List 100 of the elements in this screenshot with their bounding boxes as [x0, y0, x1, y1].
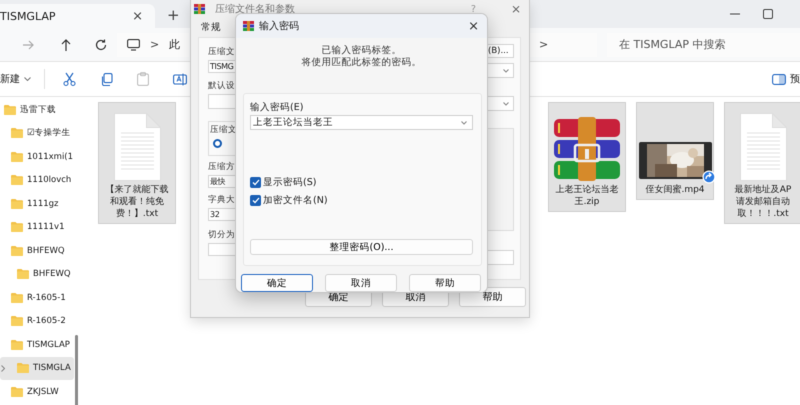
file-item[interactable]: 侄女闺蜜.mp4	[636, 102, 714, 200]
file-name: 【来了就能下载 和观看！纯免 费！】.txt	[106, 184, 168, 220]
folder-name: BHFEWQ	[33, 269, 71, 280]
copy-icon[interactable]	[100, 72, 113, 86]
folder-icon	[11, 316, 23, 326]
folder-icon	[11, 198, 23, 209]
text-file-icon	[740, 113, 786, 181]
archive-books-icon	[552, 117, 622, 181]
folder-icon	[4, 104, 16, 115]
scrollbar-thumb[interactable]	[75, 335, 78, 405]
folder-name: 1011xmi(1	[27, 152, 74, 162]
field-label: 字典大	[208, 195, 235, 206]
folder-icon	[11, 128, 23, 138]
folder-tree-item[interactable]: R-1605-2	[0, 310, 74, 333]
folder-name: R-1605-1	[27, 292, 66, 303]
folder-icon	[17, 269, 29, 280]
window-tab[interactable]: TISMGLAP ×	[0, 4, 155, 28]
folder-icon	[11, 340, 23, 350]
file-item[interactable]: 上老王论坛当老 王.zip	[548, 102, 626, 212]
file-item[interactable]: 最新地址及AP 请发邮箱自动 取！！！.txt	[724, 102, 800, 224]
caret-icon	[503, 102, 509, 106]
message-text: 将使用匹配此标签的密码。	[302, 57, 422, 69]
close-button[interactable]: ×	[510, 2, 521, 16]
folder-tree-item[interactable]: 1011xmi(1	[0, 145, 74, 168]
rename-icon[interactable]	[173, 72, 187, 86]
folder-tree-item[interactable]: BHFEWQ	[0, 239, 74, 262]
dialog-button[interactable]: 帮助	[409, 274, 481, 292]
method-dropdown[interactable]: 最快	[208, 175, 236, 188]
breadcrumb-item[interactable]: 此	[169, 37, 180, 52]
organize-passwords-button[interactable]: 整理密码(O)...	[250, 239, 473, 255]
minimize-icon[interactable]	[730, 13, 740, 15]
dialog-button[interactable]: 确定	[241, 274, 313, 292]
folder-name: 1110lovch	[27, 175, 72, 186]
maximize-icon[interactable]	[763, 9, 773, 19]
dialog-title: 输入密码	[259, 20, 299, 33]
monitor-icon	[127, 38, 140, 50]
breadcrumb-separator: >	[150, 38, 160, 51]
folder-tree-item[interactable]: 1110lovch	[0, 168, 74, 192]
field-label: 输入密码(E)	[250, 102, 304, 113]
folder-icon	[17, 363, 29, 374]
cut-icon[interactable]	[63, 72, 76, 86]
split-field[interactable]	[208, 243, 236, 256]
folder-tree-item[interactable]: TISMGLAP	[0, 333, 74, 356]
close-button[interactable]: ×	[468, 18, 479, 34]
file-item[interactable]: 【来了就能下载 和观看！纯免 费！】.txt	[98, 102, 176, 224]
folder-tree-item[interactable]: BHFEWQ	[0, 262, 74, 286]
field-label: 默认设	[208, 81, 235, 92]
checkbox-label: 加密文件名(N)	[263, 194, 328, 207]
dialog-tab[interactable]: 常规	[201, 21, 221, 34]
folder-name: ☑专操学生	[27, 127, 71, 140]
folder-name: ZKJSLW	[27, 386, 59, 397]
folder-name: 迅雷下载	[20, 104, 56, 116]
dialog-title: 压缩文件名和参数	[215, 2, 295, 16]
archive-books-icon	[243, 21, 254, 31]
up-arrow-icon[interactable]	[61, 38, 71, 50]
folder-tree-item[interactable]: R-1605-1	[0, 286, 74, 310]
folder-tree-item[interactable]: 迅雷下载	[0, 98, 74, 122]
close-tab-button[interactable]: ×	[132, 8, 143, 24]
folder-name: TISMGLAP	[27, 340, 70, 350]
preview-pane-icon[interactable]	[772, 74, 786, 84]
password-combobox[interactable]: 上老王论坛当老王	[250, 115, 473, 130]
shortcut-arrow-icon	[702, 170, 716, 184]
folder-name: R-1605-2	[27, 316, 66, 326]
new-button[interactable]: 新建	[0, 72, 20, 86]
folder-tree-item[interactable]: 11111v1	[0, 216, 74, 239]
checkbox-label: 显示密码(S)	[263, 176, 316, 189]
text-file-icon	[114, 113, 160, 181]
folder-icon	[11, 292, 23, 303]
folder-name: TISMGLA	[33, 363, 71, 374]
folder-tree-item[interactable]: TISMGLA	[0, 356, 74, 380]
text-field[interactable]	[487, 250, 514, 265]
refresh-icon[interactable]	[95, 38, 107, 50]
preview-button[interactable]: 预	[790, 72, 800, 86]
folder-icon	[11, 246, 23, 256]
folder-icon	[11, 152, 23, 162]
caret-icon[interactable]	[24, 77, 31, 81]
message-text: 已输入密码标签。	[322, 45, 402, 57]
chevron-icon[interactable]	[1, 364, 5, 372]
radio-button[interactable]	[213, 139, 222, 148]
checkbox[interactable]	[250, 177, 261, 188]
folder-tree-item[interactable]: ☑专操学生	[0, 122, 74, 145]
browse-button[interactable]: (B)...	[487, 44, 514, 58]
dialog-button[interactable]: 取消	[325, 274, 397, 292]
archive-books-icon	[194, 4, 205, 14]
breadcrumb-separator: >	[539, 38, 548, 51]
new-tab-button[interactable]: +	[167, 6, 180, 24]
archive-name-field[interactable]: TISMG	[208, 60, 236, 73]
file-name: 上老王论坛当老 王.zip	[556, 184, 618, 208]
field-label: 压缩方	[208, 162, 235, 173]
tab-title: TISMGLAP	[0, 10, 56, 22]
dictionary-dropdown[interactable]: 32	[208, 208, 236, 221]
folder-icon	[11, 222, 23, 232]
file-name: 侄女闺蜜.mp4	[645, 184, 705, 196]
file-name: 最新地址及AP 请发邮箱自动 取！！！.txt	[734, 184, 792, 220]
folder-name: 11111v1	[27, 222, 64, 232]
caret-icon	[503, 68, 509, 72]
folder-icon	[11, 386, 23, 397]
folder-tree-item[interactable]: ZKJSLW	[0, 380, 74, 404]
folder-tree-item[interactable]: 1111gz	[0, 192, 74, 216]
checkbox[interactable]	[250, 195, 261, 206]
